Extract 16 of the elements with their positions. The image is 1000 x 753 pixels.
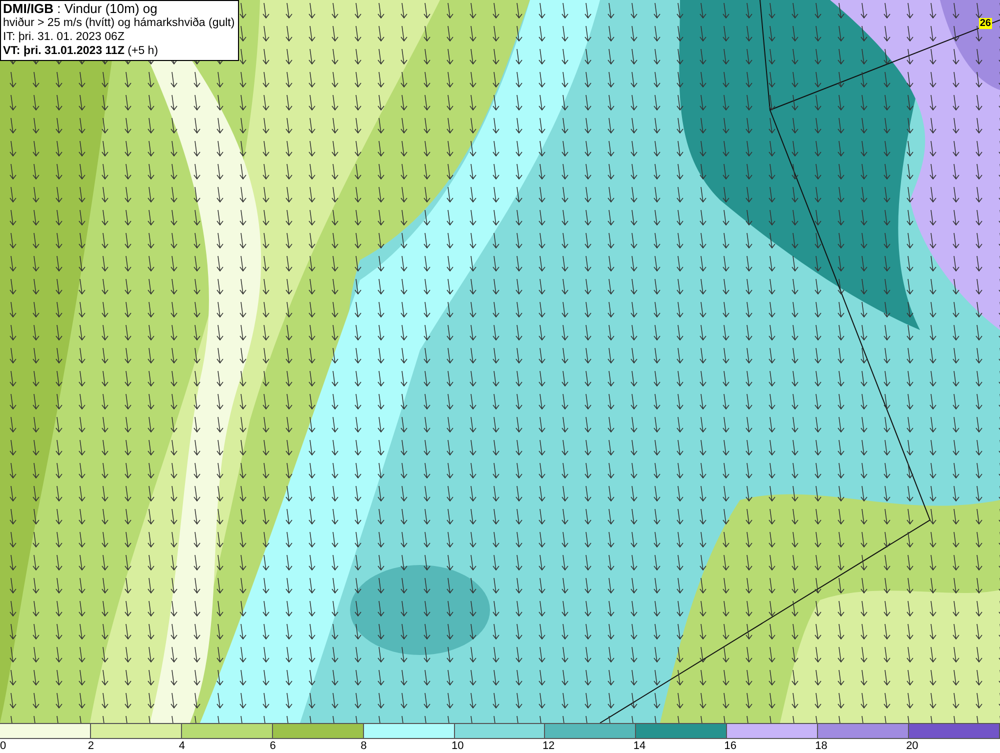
legend-label: 2 <box>88 739 94 753</box>
info-text: hviður > 25 m/s (hvítt) og hámarkshviða (gult) <box>3 16 235 30</box>
legend-label: 10 <box>452 739 464 753</box>
legend-label: 20 <box>906 739 918 753</box>
info-text: VT: þri. 31.01.2023 11Z (+5 h) <box>3 44 160 58</box>
legend-label: 16 <box>724 739 736 753</box>
legend-label: 14 <box>633 739 646 753</box>
gust-label: 26 <box>978 18 992 29</box>
legend-label: 12 <box>542 739 555 753</box>
info-text: IT: þri. 31. 01. 2023 06Z <box>3 30 126 44</box>
legend-label: 8 <box>360 739 367 753</box>
legend-label: 4 <box>178 739 185 753</box>
info-text: DMI/IGB : Vindur (10m) og <box>3 2 158 16</box>
legend-label: 6 <box>270 739 276 753</box>
legend-label: 18 <box>815 739 828 753</box>
legend-label: 0 <box>0 739 6 753</box>
